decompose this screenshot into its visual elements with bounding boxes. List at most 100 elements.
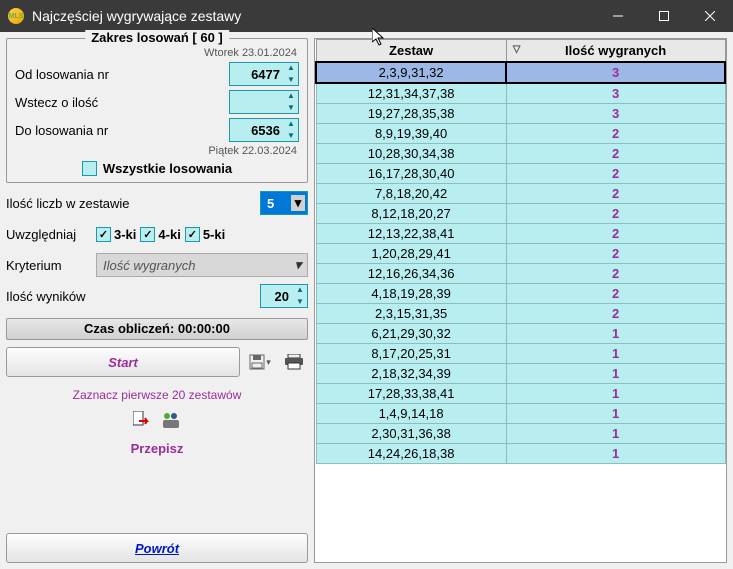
date-from-label: Wtorek 23.01.2024 — [15, 47, 297, 59]
mark-link[interactable]: Zaznacz pierwsze 20 zestawów — [6, 388, 308, 402]
table-row[interactable]: 8,9,19,39,402 — [316, 124, 725, 144]
cell-wins: 3 — [506, 104, 725, 124]
cell-wins: 2 — [506, 264, 725, 284]
cell-set: 2,18,32,34,39 — [316, 364, 506, 384]
cell-set: 12,16,26,34,36 — [316, 264, 506, 284]
return-button[interactable]: Powrót — [6, 533, 308, 563]
date-to-label: Piątek 22.03.2024 — [15, 145, 297, 157]
all-draws-label: Wszystkie losowania — [103, 161, 232, 176]
sort-desc-icon: ▽ — [513, 44, 521, 55]
table-row[interactable]: 12,13,22,38,412 — [316, 224, 725, 244]
cell-wins: 1 — [506, 404, 725, 424]
cell-wins: 1 — [506, 444, 725, 464]
cell-set: 16,17,28,30,40 — [316, 164, 506, 184]
range-group: Zakres losowań [ 60 ] Wtorek 23.01.2024 … — [6, 38, 308, 183]
table-row[interactable]: 12,16,26,34,362 — [316, 264, 725, 284]
count-combo[interactable]: 5▾ — [260, 191, 308, 215]
table-row[interactable]: 1,20,28,29,412 — [316, 244, 725, 264]
cell-set: 7,8,18,20,42 — [316, 184, 506, 204]
results-spinner[interactable]: 20 ▲▼ — [260, 284, 308, 308]
cell-wins: 2 — [506, 244, 725, 264]
table-row[interactable]: 8,12,18,20,272 — [316, 204, 725, 224]
col-set[interactable]: Zestaw — [316, 40, 506, 63]
cell-set: 12,31,34,37,38 — [316, 83, 506, 104]
cell-wins: 2 — [506, 124, 725, 144]
print-icon[interactable] — [280, 348, 308, 376]
window-title: Najczęściej wygrywające zestawy — [32, 8, 595, 24]
doc-arrow-icon — [133, 411, 153, 432]
people-icon — [161, 411, 181, 432]
cell-set: 8,9,19,39,40 — [316, 124, 506, 144]
table-row[interactable]: 10,28,30,34,382 — [316, 144, 725, 164]
cell-set: 19,27,28,35,38 — [316, 104, 506, 124]
table-row[interactable]: 2,3,9,31,323 — [316, 62, 725, 83]
table-row[interactable]: 6,21,29,30,321 — [316, 324, 725, 344]
count-label: Ilość liczb w zestawie — [6, 196, 260, 211]
table-row[interactable]: 1,4,9,14,181 — [316, 404, 725, 424]
cell-wins: 1 — [506, 384, 725, 404]
table-row[interactable]: 12,31,34,37,383 — [316, 83, 725, 104]
criterion-label: Kryterium — [6, 258, 96, 273]
cell-wins: 3 — [506, 83, 725, 104]
minimize-button[interactable] — [595, 0, 641, 32]
cell-wins: 2 — [506, 144, 725, 164]
cell-wins: 2 — [506, 204, 725, 224]
cell-set: 1,20,28,29,41 — [316, 244, 506, 264]
table-row[interactable]: 2,30,31,36,381 — [316, 424, 725, 444]
back-spinner[interactable]: ▲▼ — [229, 90, 299, 114]
table-row[interactable]: 16,17,28,30,402 — [316, 164, 725, 184]
copy-link[interactable]: Przepisz — [6, 441, 308, 456]
cell-set: 2,3,9,31,32 — [316, 62, 506, 83]
table-row[interactable]: 7,8,18,20,422 — [316, 184, 725, 204]
cell-wins: 2 — [506, 284, 725, 304]
table-row[interactable]: 2,18,32,34,391 — [316, 364, 725, 384]
cell-set: 8,17,20,25,31 — [316, 344, 506, 364]
to-label: Do losowania nr — [15, 123, 229, 138]
cell-wins: 1 — [506, 424, 725, 444]
criterion-combo[interactable]: Ilość wygranych▾ — [96, 253, 308, 277]
cell-wins: 2 — [506, 304, 725, 324]
app-icon: MLS — [8, 8, 24, 24]
table-row[interactable]: 4,18,19,28,392 — [316, 284, 725, 304]
results-table: Zestaw ▽Ilość wygranych 2,3,9,31,32312,3… — [315, 39, 726, 464]
maximize-button[interactable] — [641, 0, 687, 32]
cell-wins: 3 — [506, 62, 725, 83]
cell-wins: 2 — [506, 224, 725, 244]
results-panel: Zestaw ▽Ilość wygranych 2,3,9,31,32312,3… — [314, 38, 727, 563]
cell-set: 6,21,29,30,32 — [316, 324, 506, 344]
cell-wins: 2 — [506, 184, 725, 204]
cell-wins: 1 — [506, 364, 725, 384]
table-row[interactable]: 2,3,15,31,352 — [316, 304, 725, 324]
consider-label: Uwzględniaj — [6, 227, 96, 242]
time-bar: Czas obliczeń: 00:00:00 — [6, 318, 308, 340]
check-5ki[interactable]: ✓ — [185, 227, 200, 242]
cell-wins: 1 — [506, 344, 725, 364]
cell-set: 8,12,18,20,27 — [316, 204, 506, 224]
cell-set: 4,18,19,28,39 — [316, 284, 506, 304]
cell-set: 2,3,15,31,35 — [316, 304, 506, 324]
cell-set: 17,28,33,38,41 — [316, 384, 506, 404]
close-button[interactable] — [687, 0, 733, 32]
cell-set: 12,13,22,38,41 — [316, 224, 506, 244]
cell-wins: 2 — [506, 164, 725, 184]
cell-set: 14,24,26,18,38 — [316, 444, 506, 464]
start-button[interactable]: Start — [6, 347, 240, 377]
table-row[interactable]: 17,28,33,38,411 — [316, 384, 725, 404]
cell-set: 10,28,30,34,38 — [316, 144, 506, 164]
cell-set: 1,4,9,14,18 — [316, 404, 506, 424]
table-row[interactable]: 19,27,28,35,383 — [316, 104, 725, 124]
cell-set: 2,30,31,36,38 — [316, 424, 506, 444]
table-row[interactable]: 14,24,26,18,381 — [316, 444, 725, 464]
to-spinner[interactable]: 6536 ▲▼ — [229, 118, 299, 142]
back-label: Wstecz o ilość — [15, 95, 229, 110]
table-row[interactable]: 8,17,20,25,311 — [316, 344, 725, 364]
range-legend: Zakres losowań [ 60 ] — [85, 30, 229, 45]
check-4ki[interactable]: ✓ — [140, 227, 155, 242]
results-label: Ilość wyników — [6, 289, 260, 304]
all-draws-checkbox[interactable] — [82, 161, 97, 176]
check-3ki[interactable]: ✓ — [96, 227, 111, 242]
save-icon[interactable]: ▾ — [246, 348, 274, 376]
cell-wins: 1 — [506, 324, 725, 344]
from-spinner[interactable]: 6477 ▲▼ — [229, 62, 299, 86]
col-wins[interactable]: ▽Ilość wygranych — [506, 40, 725, 63]
